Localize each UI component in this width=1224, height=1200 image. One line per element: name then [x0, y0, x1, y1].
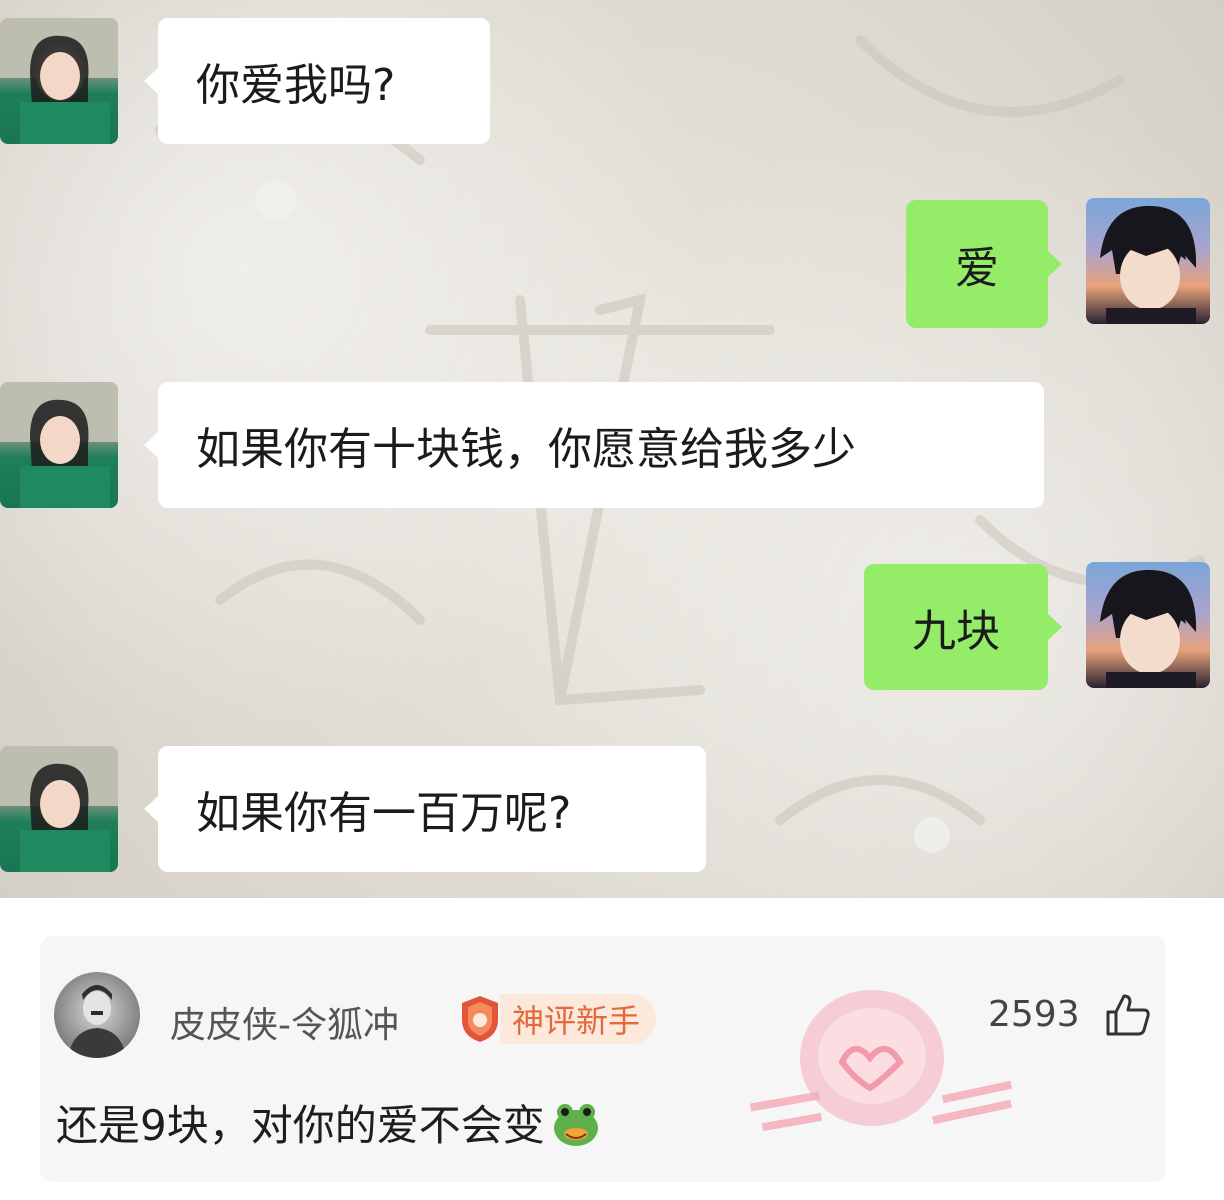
contact-avatar[interactable] — [0, 746, 118, 872]
boy-avatar-icon — [1100, 569, 1197, 688]
message-bubble-received[interactable]: 如果你有十块钱，你愿意给我多少 — [144, 382, 1044, 508]
contact-avatar[interactable] — [0, 18, 118, 144]
girl-avatar-icon — [0, 18, 118, 144]
message-text: 如果你有一百万呢? — [196, 788, 572, 839]
heart-stamp-icon — [749, 990, 1013, 1132]
chat-screenshot: 你爱我吗? 爱 如果你有十块钱，你愿意给我多少 九块 如果你有一百万呢? — [0, 0, 1224, 898]
message-text: 如果你有十块钱，你愿意给我多少 — [196, 424, 856, 475]
user-avatar[interactable] — [1086, 562, 1210, 688]
message-text: 爱 — [955, 243, 999, 294]
message-bubble-sent[interactable]: 爱 — [906, 200, 1062, 328]
girl-avatar-icon — [0, 746, 118, 872]
thumbs-up-icon[interactable] — [1104, 992, 1152, 1038]
person-photo-icon — [68, 985, 126, 1058]
badge-label: 神评新手 — [500, 994, 657, 1044]
message-bubble-sent[interactable]: 九块 — [864, 564, 1062, 690]
like-count: 2593 — [988, 994, 1080, 1035]
frog-emoji-icon — [553, 1103, 598, 1146]
commenter-avatar[interactable] — [54, 972, 140, 1058]
commenter-username[interactable]: 皮皮侠-令狐冲 — [170, 996, 399, 1048]
message-bubble-received[interactable]: 如果你有一百万呢? — [144, 746, 706, 872]
message-bubble-received[interactable]: 你爱我吗? — [144, 18, 490, 144]
boy-avatar-icon — [1100, 205, 1197, 324]
shield-badge-icon — [462, 996, 498, 1042]
girl-avatar-icon — [0, 382, 118, 508]
contact-avatar[interactable] — [0, 382, 118, 508]
comment-body: 还是9块，对你的爱不会变 — [56, 1101, 545, 1150]
comment-text: 还是9块，对你的爱不会变 — [56, 1092, 601, 1153]
message-text: 九块 — [912, 606, 1000, 657]
message-text: 你爱我吗? — [196, 60, 396, 111]
user-avatar[interactable] — [1086, 198, 1210, 324]
